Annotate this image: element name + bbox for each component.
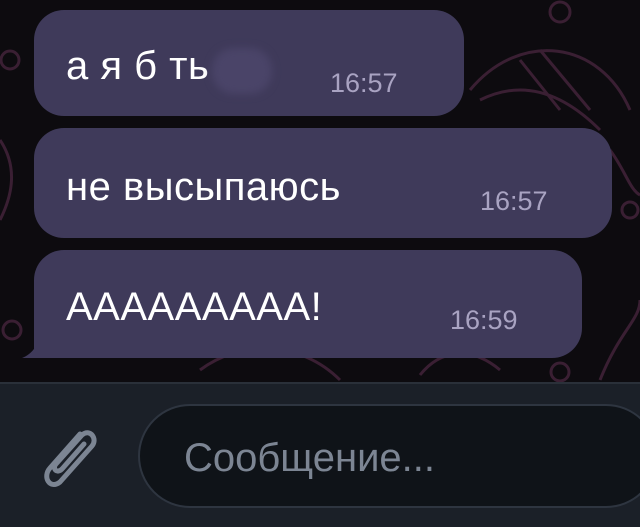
message-time: 16:57 [480,186,548,216]
message-text: а я б ть [66,44,210,88]
message-input[interactable]: Сообщение... [138,404,640,508]
chat-screen: а я б ть 16:57 не высыпаюсь 16:57 АААААА… [0,0,640,527]
message-bubble[interactable]: а я б ть 16:57 [34,10,464,116]
paperclip-icon[interactable] [28,416,112,500]
message-bubble[interactable]: не высыпаюсь 16:57 [34,128,612,238]
redaction-blur [212,48,272,94]
bubble-tail [22,336,50,358]
message-input-placeholder: Сообщение... [184,436,436,480]
message-time: 16:57 [330,68,398,98]
message-composer: Сообщение... [0,382,640,527]
message-text: АААААААААǃ [66,285,323,329]
message-bubble[interactable]: АААААААААǃ 16:59 [34,250,582,358]
message-list[interactable]: а я б ть 16:57 не высыпаюсь 16:57 АААААА… [0,0,640,385]
message-text: не высыпаюсь [66,165,341,209]
message-time: 16:59 [450,305,518,335]
